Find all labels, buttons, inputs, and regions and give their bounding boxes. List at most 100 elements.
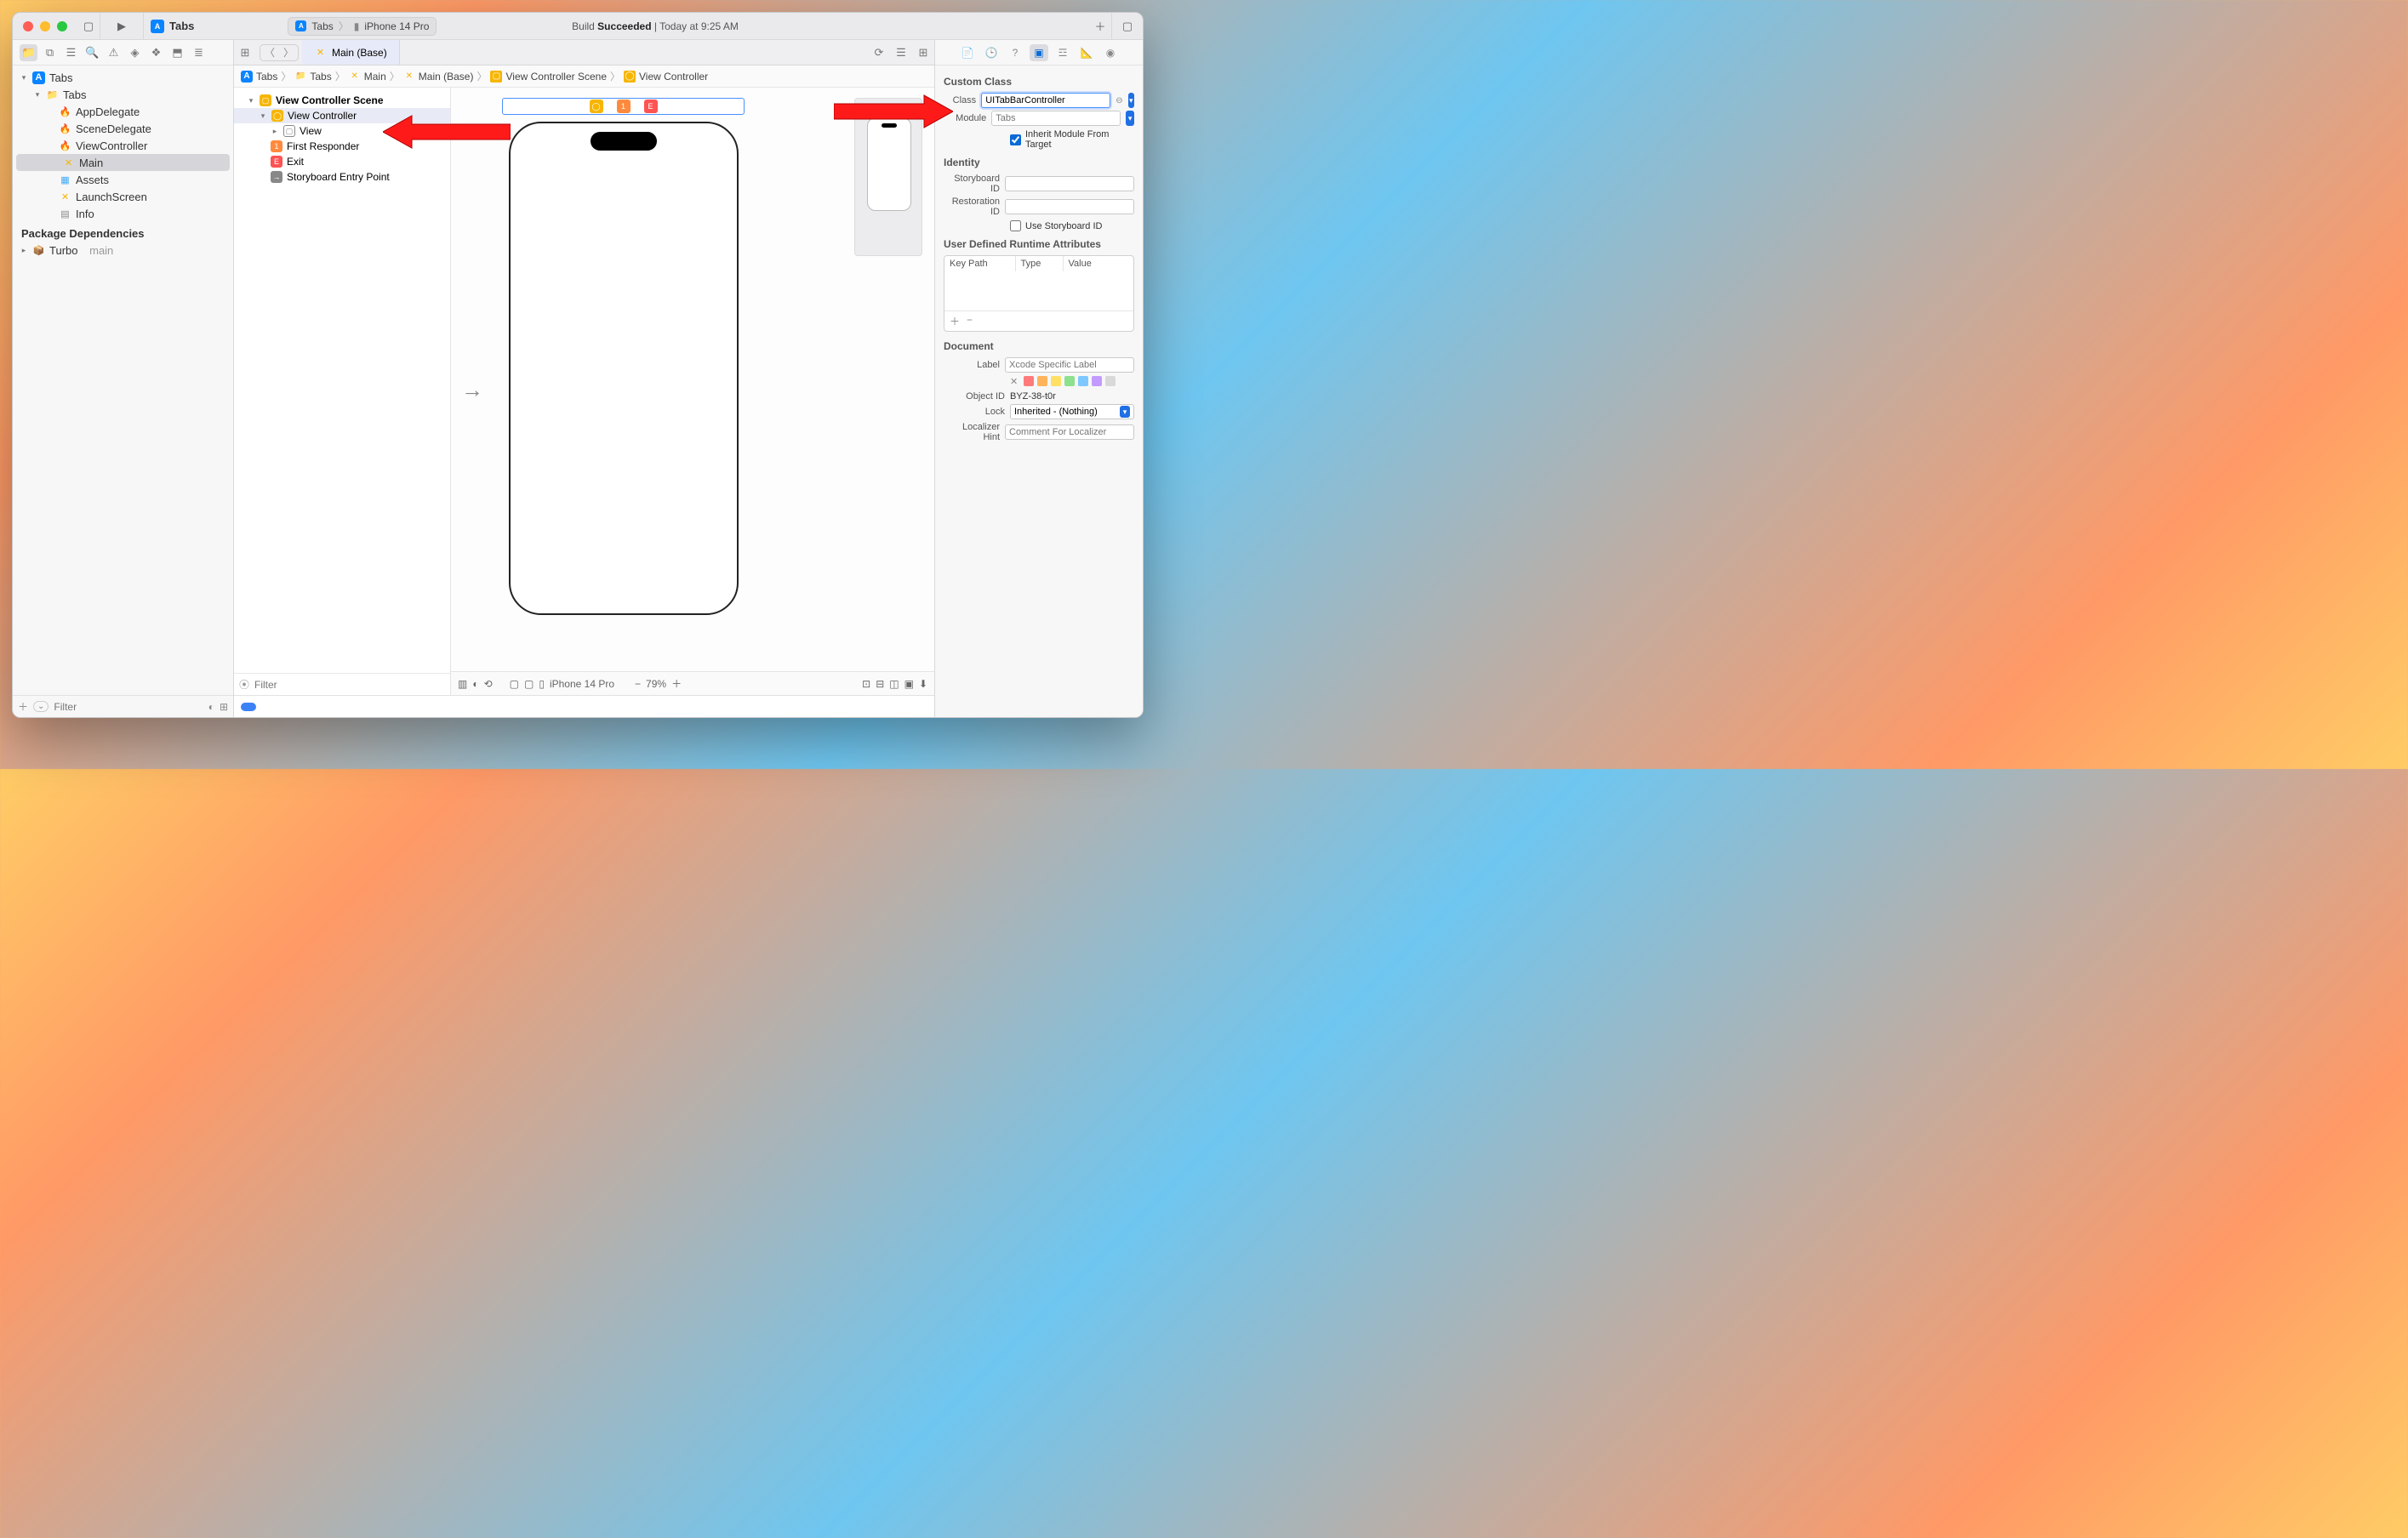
align-icon[interactable]: ⊡ — [862, 678, 870, 690]
find-navigator-icon[interactable]: 🔍 — [83, 44, 101, 61]
outline-filter-input[interactable] — [254, 679, 445, 691]
recent-filter-icon[interactable]: ◐ — [208, 701, 214, 713]
editor-tab[interactable]: ✕Main (Base) — [302, 40, 400, 65]
device-label[interactable]: iPhone 14 Pro — [550, 678, 614, 690]
attributes-inspector-icon[interactable]: ☲ — [1053, 44, 1072, 61]
exit-icon[interactable]: E — [644, 100, 658, 113]
source-control-icon[interactable]: ⧉ — [41, 44, 59, 61]
file-inspector-icon[interactable]: 📄 — [958, 44, 977, 61]
nav-history[interactable]: 〈〉 — [260, 44, 299, 61]
adjust-editor-icon[interactable]: ☰ — [890, 46, 912, 60]
entry-point-arrow-icon[interactable]: → — [461, 377, 483, 403]
layout-icon[interactable]: ▢ — [524, 678, 534, 690]
download-icon[interactable]: ⬇ — [919, 678, 927, 690]
zoom-icon[interactable] — [57, 21, 67, 31]
filter-icon[interactable]: ⦿ — [239, 677, 249, 692]
inspector: 📄 🕒 ? ▣ ☲ 📐 ◉ Custom Class Class ⊖ ▾ Mod… — [934, 40, 1143, 717]
label-input[interactable] — [1005, 357, 1134, 373]
connections-inspector-icon[interactable]: ◉ — [1101, 44, 1120, 61]
history-inspector-icon[interactable]: 🕒 — [982, 44, 1001, 61]
inherit-module-checkbox[interactable]: Inherit Module From Target — [1010, 129, 1134, 150]
device-icon[interactable]: ▯ — [539, 678, 545, 690]
vc-icon[interactable]: ◯ — [590, 100, 603, 113]
class-dropdown-icon[interactable]: ▾ — [1128, 93, 1134, 108]
device-frame[interactable] — [509, 122, 739, 615]
plus-icon[interactable]: ＋ — [18, 699, 28, 714]
minus-icon[interactable]: − — [967, 314, 973, 328]
storyboard-id-label: Storyboard ID — [944, 174, 1000, 194]
zoom-in-icon[interactable]: ＋ — [671, 676, 682, 691]
zoom-out-icon[interactable]: − — [635, 678, 641, 690]
plus-icon[interactable]: ＋ — [950, 314, 960, 328]
symbol-navigator-icon[interactable]: ☰ — [62, 44, 80, 61]
outline-exit[interactable]: EExit — [234, 154, 450, 169]
tree-package[interactable]: ▸📦Turbo main — [13, 242, 233, 259]
tree-file-main[interactable]: ✕Main — [16, 154, 230, 171]
library-button[interactable]: ▢ — [1112, 17, 1143, 36]
clear-icon[interactable]: ⊖ — [1116, 96, 1122, 105]
annotation-arrow-icon — [834, 90, 953, 133]
udra-section: User Defined Runtime Attributes — [944, 238, 1134, 250]
udra-table[interactable]: Key PathTypeValue ＋− — [944, 255, 1134, 332]
appearance-icon[interactable]: ◐ — [472, 678, 478, 690]
outline-toggle-icon[interactable]: ▥ — [458, 678, 467, 690]
identity-inspector-icon[interactable]: ▣ — [1030, 44, 1048, 61]
label-colors[interactable]: ✕ — [1010, 376, 1134, 386]
project-navigator-icon[interactable]: 📁 — [20, 44, 37, 61]
navigator-filter-input[interactable] — [54, 701, 203, 713]
sidebar-toggle-icon[interactable]: ▢ — [77, 17, 100, 36]
module-dropdown-icon[interactable]: ▾ — [1126, 111, 1134, 126]
resolve-icon[interactable]: ◫ — [889, 678, 899, 690]
storyboard-canvas[interactable]: ◯ 1 E → ▥ ◐ ⟲ ▢ — [451, 88, 934, 695]
debug-navigator-icon[interactable]: ❖ — [147, 44, 165, 61]
outline-scene[interactable]: ▾▢View Controller Scene — [234, 93, 450, 108]
localizer-hint-input[interactable] — [1005, 424, 1134, 440]
breakpoint-navigator-icon[interactable]: ⬒ — [168, 44, 186, 61]
tree-project-root[interactable]: ▾ATabs — [13, 69, 233, 86]
tree-file-assets[interactable]: ▦Assets — [13, 171, 233, 188]
run-button[interactable]: ▶ — [100, 17, 143, 36]
test-navigator-icon[interactable]: ◈ — [126, 44, 144, 61]
tree-file-appdelegate[interactable]: 🔥AppDelegate — [13, 103, 233, 120]
minimize-icon[interactable] — [40, 21, 50, 31]
restoration-id-input[interactable] — [1005, 199, 1134, 214]
use-storyboard-id-checkbox[interactable]: Use Storyboard ID — [1010, 220, 1134, 231]
add-editor-icon[interactable]: ⊞ — [912, 46, 934, 60]
tree-file-viewcontroller[interactable]: 🔥ViewController — [13, 137, 233, 154]
tree-group[interactable]: ▾📁Tabs — [13, 86, 233, 103]
lock-label: Lock — [944, 407, 1005, 417]
refresh-icon[interactable]: ⟳ — [868, 46, 890, 60]
size-inspector-icon[interactable]: 📐 — [1077, 44, 1096, 61]
app-icon: A — [241, 71, 253, 83]
class-input[interactable] — [981, 93, 1110, 108]
embed-icon[interactable]: ▣ — [904, 678, 914, 690]
filter-scope-icon[interactable]: ⌄ — [33, 701, 49, 712]
tree-file-scenedelegate[interactable]: 🔥SceneDelegate — [13, 120, 233, 137]
tree-file-launchscreen[interactable]: ✕LaunchScreen — [13, 188, 233, 205]
help-inspector-icon[interactable]: ? — [1006, 44, 1024, 61]
orientation-icon[interactable]: ⟲ — [484, 678, 493, 690]
zoom-value[interactable]: 79% — [646, 678, 666, 690]
related-items-icon[interactable]: ⊞ — [234, 46, 256, 60]
debug-toggle-icon[interactable] — [241, 703, 256, 711]
module-input[interactable] — [991, 111, 1121, 126]
close-icon[interactable] — [23, 21, 33, 31]
lock-select[interactable]: Inherited - (Nothing)▾ — [1010, 404, 1134, 419]
outline-footer: ⦿ — [234, 673, 450, 695]
forward-icon: 〉 — [279, 45, 298, 60]
jump-bar[interactable]: ATabs〉 📁Tabs〉 ✕Main〉 ✕Main (Base)〉 ▢View… — [234, 66, 934, 88]
tree-file-info[interactable]: ▤Info — [13, 205, 233, 222]
scheme-selector[interactable]: A Tabs 〉 ▮ iPhone 14 Pro — [288, 17, 437, 36]
vc-icon: ◯ — [624, 71, 636, 83]
outline-entry-point[interactable]: →Storyboard Entry Point — [234, 169, 450, 185]
layout-icon[interactable]: ▢ — [510, 678, 519, 690]
pin-icon[interactable]: ⊟ — [876, 678, 884, 690]
storyboard-id-input[interactable] — [1005, 176, 1134, 191]
issue-navigator-icon[interactable]: ⚠ — [105, 44, 123, 61]
first-responder-icon[interactable]: 1 — [617, 100, 631, 113]
scheme-device: iPhone 14 Pro — [364, 20, 429, 32]
plus-button[interactable]: ＋ — [1089, 17, 1111, 36]
scm-filter-icon[interactable]: ⊞ — [220, 701, 228, 713]
report-navigator-icon[interactable]: ≣ — [190, 44, 208, 61]
scene-dock[interactable]: ◯ 1 E — [502, 98, 745, 115]
